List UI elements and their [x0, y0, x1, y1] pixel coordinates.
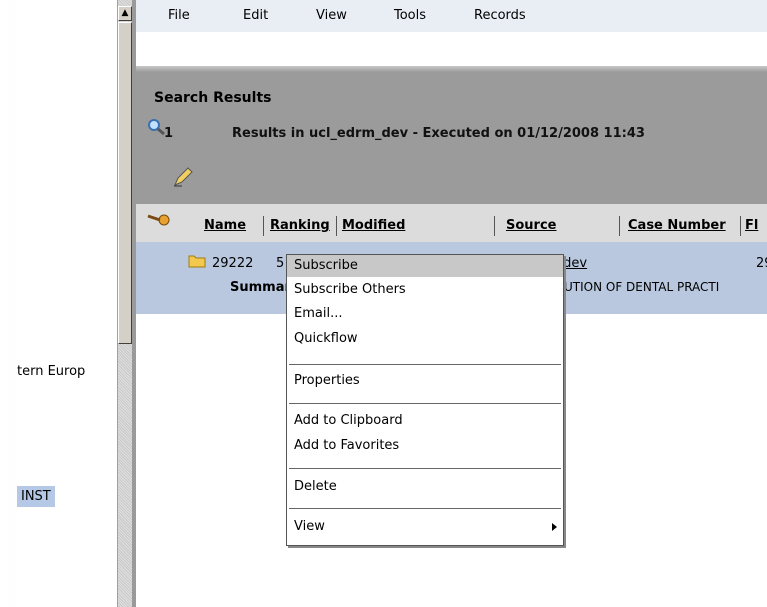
menu-item-email[interactable]: Email...	[287, 303, 563, 325]
context-menu: Subscribe Subscribe Others Email... Quic…	[286, 254, 564, 546]
column-name[interactable]: Name	[204, 218, 246, 233]
column-separator[interactable]	[494, 216, 495, 236]
row-case-number: 29	[756, 256, 767, 271]
menu-item-add-favorites[interactable]: Add to Favorites	[287, 435, 563, 457]
menu-item-properties[interactable]: Properties	[287, 370, 563, 392]
menu-item-view-label: View	[294, 519, 325, 534]
menu-records[interactable]: Records	[474, 8, 526, 23]
column-source[interactable]: Source	[506, 218, 556, 233]
column-separator[interactable]	[619, 216, 620, 236]
search-results-title: Search Results	[154, 90, 272, 106]
menu-view[interactable]: View	[316, 8, 347, 23]
submenu-arrow-icon	[552, 523, 557, 531]
left-pane-text: tern Europ	[17, 364, 86, 379]
folder-icon	[188, 255, 206, 268]
column-case-number[interactable]: Case Number	[628, 218, 726, 233]
column-separator[interactable]	[336, 216, 337, 236]
left-pane-selected-item[interactable]: INST	[17, 486, 55, 507]
column-header-row: Name Ranking Modified Source Case Number…	[136, 204, 767, 242]
menu-item-add-clipboard[interactable]: Add to Clipboard	[287, 410, 563, 432]
vertical-scrollbar[interactable]: ▲	[117, 0, 132, 607]
menu-bar: File Edit View Tools Records	[136, 0, 767, 32]
column-fl[interactable]: Fl	[745, 218, 758, 233]
row-description: UTION OF DENTAL PRACTI	[564, 280, 720, 294]
menu-file[interactable]: File	[168, 8, 190, 23]
column-separator[interactable]	[740, 216, 741, 236]
menu-tools[interactable]: Tools	[394, 8, 426, 23]
menu-item-view[interactable]: View	[287, 516, 563, 538]
results-summary-text: Results in ucl_edrm_dev - Executed on 01…	[232, 126, 645, 141]
pencil-icon[interactable]	[172, 166, 194, 188]
menu-separator	[289, 508, 561, 509]
menu-item-delete[interactable]: Delete	[287, 476, 563, 498]
scroll-up-arrow-icon[interactable]: ▲	[118, 6, 132, 21]
menu-item-subscribe-others[interactable]: Subscribe Others	[287, 279, 563, 301]
row-summary-label: Summar	[230, 280, 291, 295]
menu-separator	[289, 403, 561, 404]
scrollbar-thumb[interactable]	[118, 22, 132, 344]
left-pane: tern Europ INST	[17, 0, 117, 607]
row-rank: 5	[276, 256, 285, 271]
menu-separator	[289, 468, 561, 469]
menu-item-subscribe[interactable]: Subscribe	[287, 255, 563, 277]
search-results-header: Search Results 1 Results in ucl_edrm_dev…	[136, 72, 767, 158]
toolbar	[136, 32, 767, 66]
menu-separator	[289, 364, 561, 365]
menu-item-quickflow[interactable]: Quickflow	[287, 328, 563, 350]
menu-edit[interactable]: Edit	[243, 8, 268, 23]
column-ranking[interactable]: Ranking	[270, 218, 330, 233]
column-separator[interactable]	[263, 216, 264, 236]
column-modified[interactable]: Modified	[342, 218, 405, 233]
row-name[interactable]: 29222	[212, 256, 253, 271]
action-strip	[136, 158, 767, 204]
results-count: 1	[164, 126, 174, 141]
key-icon	[147, 214, 170, 226]
